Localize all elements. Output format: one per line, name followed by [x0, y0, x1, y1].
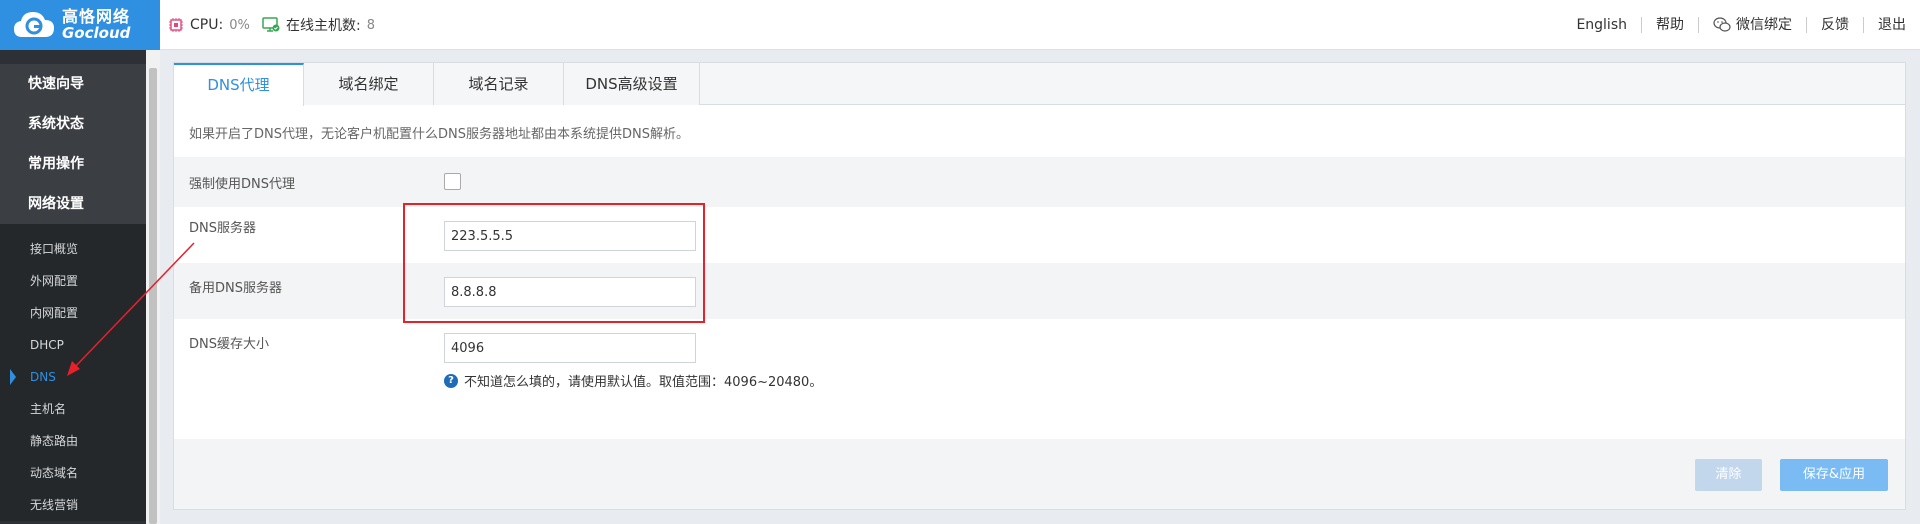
logout-link[interactable]: 退出 — [1863, 17, 1920, 33]
top-bar: 高恪网络 Gocloud CPU: 0% 在线主机数: 8 English 帮助… — [0, 0, 1920, 50]
form-footer: 清除 保存&应用 — [174, 439, 1905, 509]
info-note: 如果开启了DNS代理，无论客户机配置什么DNS服务器地址都由本系统提供DNS解析… — [189, 127, 689, 142]
cpu-status: CPU: 0% — [168, 0, 250, 50]
sidebar-item-hostname[interactable]: 主机名 — [0, 393, 146, 425]
dns-server-label: DNS服务器 — [189, 221, 256, 236]
cpu-icon — [168, 17, 184, 33]
top-nav: English 帮助 微信绑定 反馈 退出 — [1562, 0, 1920, 50]
dns-cache-label: DNS缓存大小 — [189, 337, 269, 352]
sidebar-group-network-settings[interactable]: 网络设置 — [0, 184, 146, 224]
sidebar-item-lan[interactable]: 内网配置 — [0, 297, 146, 329]
dns-cache-hint-text: 不知道怎么填的，请使用默认值。取值范围：4096~20480。 — [464, 375, 823, 390]
tab-dns-advanced[interactable]: DNS高级设置 — [564, 63, 700, 105]
cloud-logo-icon — [12, 7, 56, 43]
dns-cache-hint: ? 不知道怎么填的，请使用默认值。取值范围：4096~20480。 — [444, 371, 822, 390]
wechat-icon — [1713, 17, 1731, 32]
save-apply-button[interactable]: 保存&应用 — [1780, 459, 1888, 491]
sidebar-item-interfaces[interactable]: 接口概览 — [0, 233, 146, 265]
sidebar: 快速向导 系统状态 常用操作 网络设置 接口概览 外网配置 内网配置 DHCP … — [0, 50, 160, 524]
sidebar-item-dhcp[interactable]: DHCP — [0, 329, 146, 361]
online-hosts-label: 在线主机数: — [286, 18, 361, 34]
clear-button[interactable]: 清除 — [1695, 459, 1762, 491]
logo[interactable]: 高恪网络 Gocloud — [0, 0, 160, 50]
annotation-highlight-box — [403, 203, 705, 323]
wechat-bind-label: 微信绑定 — [1736, 17, 1792, 33]
sidebar-item-ddns[interactable]: 动态域名 — [0, 457, 146, 489]
sidebar-scrollbar[interactable] — [146, 50, 160, 524]
tab-bar: DNS代理 域名绑定 域名记录 DNS高级设置 — [174, 63, 1905, 106]
scrollbar-thumb[interactable] — [149, 68, 157, 524]
sidebar-item-wifi-marketing[interactable]: 无线营销 — [0, 489, 146, 521]
sidebar-group-system-status[interactable]: 系统状态 — [0, 104, 146, 144]
form-row-dns-cache: DNS缓存大小 ? 不知道怎么填的，请使用默认值。取值范围：4096~20480… — [174, 319, 1905, 409]
brand-name-en: Gocloud — [62, 24, 131, 42]
sidebar-group-quick-wizard[interactable]: 快速向导 — [0, 64, 146, 104]
wechat-bind-link[interactable]: 微信绑定 — [1698, 17, 1806, 33]
form-row-force-proxy: 强制使用DNS代理 — [174, 157, 1905, 207]
sidebar-item-wan[interactable]: 外网配置 — [0, 265, 146, 297]
force-proxy-checkbox[interactable] — [444, 173, 461, 190]
monitor-icon — [262, 17, 280, 33]
feedback-link[interactable]: 反馈 — [1806, 17, 1863, 33]
english-link[interactable]: English — [1562, 17, 1641, 33]
tab-domain-binding[interactable]: 域名绑定 — [304, 63, 434, 105]
sidebar-item-dns[interactable]: DNS — [0, 361, 146, 393]
brand-name-cn: 高恪网络 — [62, 7, 131, 26]
cpu-label: CPU: — [190, 17, 224, 33]
online-hosts-value: 8 — [366, 17, 375, 33]
force-proxy-label: 强制使用DNS代理 — [189, 177, 295, 192]
online-hosts-status[interactable]: 在线主机数: 8 — [262, 0, 375, 50]
sidebar-group-common-ops[interactable]: 常用操作 — [0, 144, 146, 184]
tab-dns-proxy[interactable]: DNS代理 — [174, 63, 304, 106]
cpu-value: 0% — [229, 17, 250, 33]
help-link[interactable]: 帮助 — [1641, 17, 1698, 33]
tab-domain-records[interactable]: 域名记录 — [434, 63, 564, 105]
dns-cache-input[interactable] — [444, 333, 696, 363]
sidebar-submenu: 接口概览 外网配置 内网配置 DHCP DNS 主机名 静态路由 动态域名 无线… — [0, 224, 146, 521]
backup-dns-label: 备用DNS服务器 — [189, 281, 282, 296]
sidebar-item-static-route[interactable]: 静态路由 — [0, 425, 146, 457]
help-question-icon: ? — [444, 373, 458, 388]
